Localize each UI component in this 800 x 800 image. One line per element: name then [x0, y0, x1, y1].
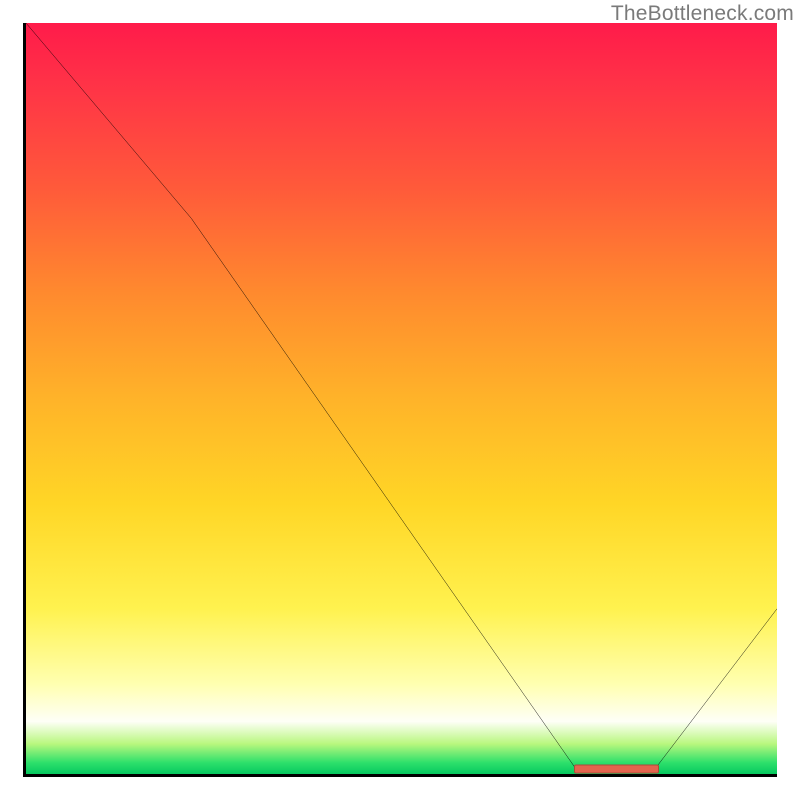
curve-polyline [26, 23, 777, 766]
chart-container: TheBottleneck.com [0, 0, 800, 800]
plot-area [23, 23, 777, 777]
highlight-region [574, 765, 659, 774]
line-series [26, 23, 777, 774]
watermark-text: TheBottleneck.com [611, 2, 794, 26]
